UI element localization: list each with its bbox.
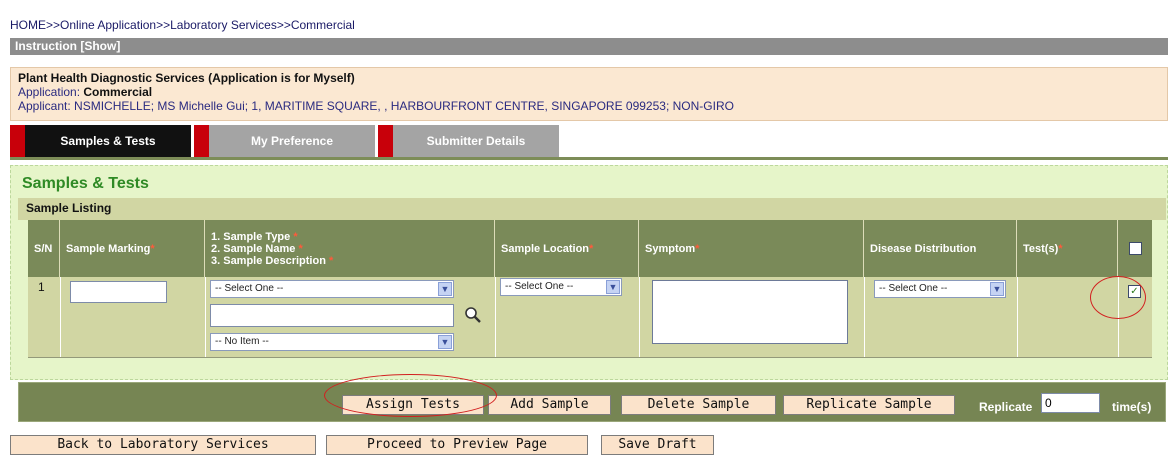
chevron-down-icon: ▼ xyxy=(438,335,452,349)
table-row: 1 -- Select One -- ▼ -- No Item -- ▼ -- … xyxy=(28,277,1152,357)
chevron-down-icon: ▼ xyxy=(990,282,1004,296)
tab-marker xyxy=(194,125,209,158)
symptom-textarea[interactable] xyxy=(652,280,848,344)
sample-name-input[interactable] xyxy=(210,304,454,327)
application-info-box: Plant Health Diagnostic Services (Applic… xyxy=(10,67,1168,121)
column-divider xyxy=(60,277,61,357)
column-divider xyxy=(864,277,865,357)
breadcrumb-online-application[interactable]: Online Application xyxy=(60,18,156,32)
header-disease-distribution: Disease Distribution xyxy=(864,220,1017,277)
breadcrumb-separator: >> xyxy=(276,18,291,32)
delete-sample-button[interactable]: Delete Sample xyxy=(621,395,776,415)
select-value: -- No Item -- xyxy=(215,336,269,347)
tab-submitter-details[interactable]: Submitter Details xyxy=(378,125,559,158)
tab-my-preference[interactable]: My Preference xyxy=(194,125,375,158)
disease-distribution-select[interactable]: -- Select One -- ▼ xyxy=(874,280,1006,298)
times-label: time(s) xyxy=(1112,400,1152,414)
breadcrumb-separator: >> xyxy=(156,18,171,32)
header-sample-location: Sample Location * xyxy=(495,220,639,277)
add-sample-button[interactable]: Add Sample xyxy=(488,395,611,415)
chevron-down-icon: ▼ xyxy=(606,280,620,294)
tab-marker xyxy=(378,125,393,158)
replicate-label: Replicate xyxy=(979,400,1033,414)
breadcrumb-separator: >> xyxy=(46,18,61,32)
row-sn: 1 xyxy=(38,280,45,294)
select-value: -- Select One -- xyxy=(215,283,284,294)
breadcrumb-commercial: Commercial xyxy=(290,18,355,32)
column-divider xyxy=(495,277,496,357)
replicate-count-input[interactable]: 0 xyxy=(1041,393,1100,413)
tab-marker xyxy=(10,125,25,158)
sample-marking-input[interactable] xyxy=(70,281,167,303)
row-divider xyxy=(28,357,1152,358)
section-title: Samples & Tests xyxy=(22,175,149,192)
highlight-ellipse-checkbox xyxy=(1090,276,1146,319)
application-type-value: Commercial xyxy=(83,85,153,99)
save-draft-button[interactable]: Save Draft xyxy=(601,435,714,455)
header-select-all-cell xyxy=(1118,220,1152,277)
tab-label: My Preference xyxy=(250,134,334,148)
applicant-details: Applicant: NSMICHELLE; MS Michelle Gui; … xyxy=(18,99,734,113)
chevron-down-icon: ▼ xyxy=(438,282,452,296)
breadcrumb-laboratory-services[interactable]: Laboratory Services xyxy=(170,18,277,32)
tab-samples-tests[interactable]: Samples & Tests xyxy=(10,125,191,158)
column-divider xyxy=(639,277,640,357)
replicate-sample-button[interactable]: Replicate Sample xyxy=(783,395,955,415)
header-sample-marking: Sample Marking * xyxy=(60,220,205,277)
instruction-toggle[interactable]: Instruction [Show] xyxy=(10,38,1168,55)
column-divider xyxy=(205,277,206,357)
highlight-ellipse-assign-tests xyxy=(324,374,497,417)
header-tests: Test(s) * xyxy=(1017,220,1118,277)
breadcrumb-home[interactable]: HOME xyxy=(10,18,46,32)
header-sn: S/N xyxy=(28,220,60,277)
search-icon[interactable] xyxy=(464,306,482,324)
select-all-checkbox[interactable] xyxy=(1128,242,1142,255)
proceed-to-preview-button[interactable]: Proceed to Preview Page xyxy=(326,435,588,455)
header-sample-type: 1. Sample Type * 2. Sample Name * 3. Sam… xyxy=(205,220,495,277)
tab-label: Samples & Tests xyxy=(60,134,156,148)
back-to-laboratory-services-button[interactable]: Back to Laboratory Services xyxy=(10,435,316,455)
sample-type-select[interactable]: -- Select One -- ▼ xyxy=(210,280,454,298)
column-divider xyxy=(1017,277,1018,357)
breadcrumb: HOME>>Online Application>>Laboratory Ser… xyxy=(10,18,355,32)
sample-location-select[interactable]: -- Select One -- ▼ xyxy=(500,278,622,296)
select-value: -- Select One -- xyxy=(505,281,574,292)
application-title: Plant Health Diagnostic Services (Applic… xyxy=(18,71,355,85)
top-right-links xyxy=(998,0,1108,4)
tab-underline xyxy=(10,157,1168,160)
tab-label: Submitter Details xyxy=(426,134,526,148)
header-symptom: Symptom * xyxy=(639,220,864,277)
replicate-count-value: 0 xyxy=(1045,396,1052,410)
action-bar: Assign Tests Add Sample Delete Sample Re… xyxy=(18,382,1166,422)
application-type-label: Application: xyxy=(18,85,81,99)
sample-listing-header: Sample Listing xyxy=(18,198,1166,220)
sample-item-select[interactable]: -- No Item -- ▼ xyxy=(210,333,454,351)
select-value: -- Select One -- xyxy=(879,283,948,294)
table-header: S/N Sample Marking * 1. Sample Type * 2. … xyxy=(28,220,1152,277)
